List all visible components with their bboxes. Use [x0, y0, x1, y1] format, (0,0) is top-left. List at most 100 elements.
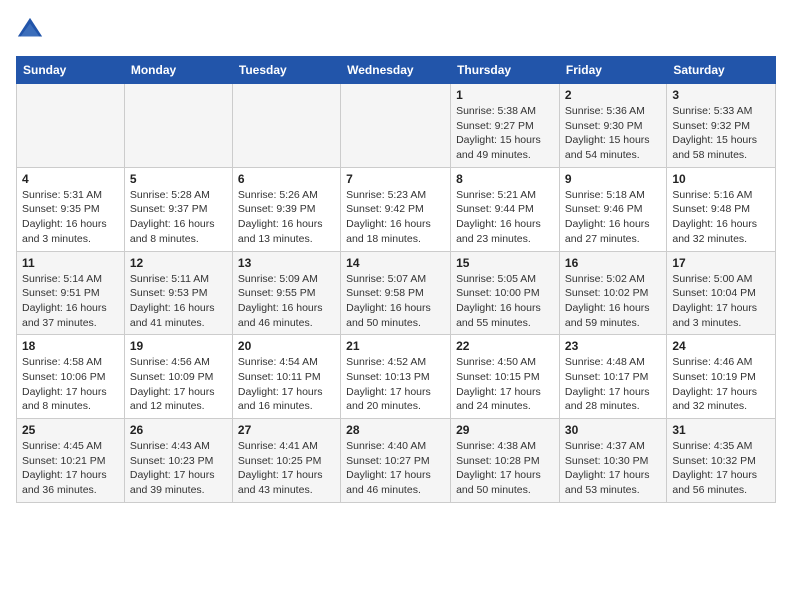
day-number: 25 — [22, 423, 119, 437]
calendar-cell: 29 Sunrise: 4:38 AM Sunset: 10:28 PM Dayl… — [451, 419, 560, 503]
calendar-week-4: 18 Sunrise: 4:58 AM Sunset: 10:06 PM Dayl… — [17, 335, 776, 419]
calendar-cell: 26 Sunrise: 4:43 AM Sunset: 10:23 PM Dayl… — [124, 419, 232, 503]
day-number: 31 — [672, 423, 770, 437]
day-info: Sunrise: 5:38 AM Sunset: 9:27 PM Dayligh… — [456, 104, 554, 163]
day-info: Sunrise: 4:40 AM Sunset: 10:27 PM Daylig… — [346, 439, 445, 498]
calendar-cell: 23 Sunrise: 4:48 AM Sunset: 10:17 PM Dayl… — [559, 335, 666, 419]
calendar-cell: 25 Sunrise: 4:45 AM Sunset: 10:21 PM Dayl… — [17, 419, 125, 503]
day-number: 28 — [346, 423, 445, 437]
day-info: Sunrise: 5:02 AM Sunset: 10:02 PM Daylig… — [565, 272, 661, 331]
day-header-saturday: Saturday — [667, 57, 776, 84]
day-header-sunday: Sunday — [17, 57, 125, 84]
calendar-cell: 18 Sunrise: 4:58 AM Sunset: 10:06 PM Dayl… — [17, 335, 125, 419]
day-number: 18 — [22, 339, 119, 353]
day-info: Sunrise: 4:54 AM Sunset: 10:11 PM Daylig… — [238, 355, 335, 414]
day-info: Sunrise: 4:52 AM Sunset: 10:13 PM Daylig… — [346, 355, 445, 414]
day-number: 12 — [130, 256, 227, 270]
day-info: Sunrise: 5:26 AM Sunset: 9:39 PM Dayligh… — [238, 188, 335, 247]
calendar-cell: 7 Sunrise: 5:23 AM Sunset: 9:42 PM Daylig… — [341, 167, 451, 251]
day-info: Sunrise: 4:41 AM Sunset: 10:25 PM Daylig… — [238, 439, 335, 498]
day-number: 22 — [456, 339, 554, 353]
calendar-table: SundayMondayTuesdayWednesdayThursdayFrid… — [16, 56, 776, 503]
day-number: 7 — [346, 172, 445, 186]
calendar-cell: 10 Sunrise: 5:16 AM Sunset: 9:48 PM Dayli… — [667, 167, 776, 251]
calendar-week-1: 1 Sunrise: 5:38 AM Sunset: 9:27 PM Daylig… — [17, 84, 776, 168]
day-headers-row: SundayMondayTuesdayWednesdayThursdayFrid… — [17, 57, 776, 84]
calendar-body: 1 Sunrise: 5:38 AM Sunset: 9:27 PM Daylig… — [17, 84, 776, 503]
day-info: Sunrise: 4:35 AM Sunset: 10:32 PM Daylig… — [672, 439, 770, 498]
day-number: 29 — [456, 423, 554, 437]
day-header-monday: Monday — [124, 57, 232, 84]
day-info: Sunrise: 5:11 AM Sunset: 9:53 PM Dayligh… — [130, 272, 227, 331]
calendar-cell — [17, 84, 125, 168]
calendar-cell: 4 Sunrise: 5:31 AM Sunset: 9:35 PM Daylig… — [17, 167, 125, 251]
day-number: 27 — [238, 423, 335, 437]
day-number: 19 — [130, 339, 227, 353]
day-info: Sunrise: 5:31 AM Sunset: 9:35 PM Dayligh… — [22, 188, 119, 247]
day-number: 26 — [130, 423, 227, 437]
day-number: 17 — [672, 256, 770, 270]
day-number: 13 — [238, 256, 335, 270]
calendar-cell — [124, 84, 232, 168]
day-info: Sunrise: 5:21 AM Sunset: 9:44 PM Dayligh… — [456, 188, 554, 247]
calendar-cell: 8 Sunrise: 5:21 AM Sunset: 9:44 PM Daylig… — [451, 167, 560, 251]
day-info: Sunrise: 5:07 AM Sunset: 9:58 PM Dayligh… — [346, 272, 445, 331]
calendar-cell: 1 Sunrise: 5:38 AM Sunset: 9:27 PM Daylig… — [451, 84, 560, 168]
day-number: 4 — [22, 172, 119, 186]
calendar-cell: 11 Sunrise: 5:14 AM Sunset: 9:51 PM Dayli… — [17, 251, 125, 335]
day-header-wednesday: Wednesday — [341, 57, 451, 84]
day-info: Sunrise: 4:43 AM Sunset: 10:23 PM Daylig… — [130, 439, 227, 498]
day-info: Sunrise: 4:45 AM Sunset: 10:21 PM Daylig… — [22, 439, 119, 498]
day-info: Sunrise: 4:38 AM Sunset: 10:28 PM Daylig… — [456, 439, 554, 498]
calendar-cell: 24Sunrise: 4:46 AM Sunset: 10:19 PM Dayl… — [667, 335, 776, 419]
day-info: Sunrise: 5:18 AM Sunset: 9:46 PM Dayligh… — [565, 188, 661, 247]
day-number: 3 — [672, 88, 770, 102]
day-number: 1 — [456, 88, 554, 102]
calendar-cell: 16Sunrise: 5:02 AM Sunset: 10:02 PM Dayl… — [559, 251, 666, 335]
calendar-cell — [232, 84, 340, 168]
calendar-cell: 14 Sunrise: 5:07 AM Sunset: 9:58 PM Dayli… — [341, 251, 451, 335]
day-number: 14 — [346, 256, 445, 270]
calendar-cell — [341, 84, 451, 168]
calendar-week-2: 4 Sunrise: 5:31 AM Sunset: 9:35 PM Daylig… — [17, 167, 776, 251]
calendar-header: SundayMondayTuesdayWednesdayThursdayFrid… — [17, 57, 776, 84]
calendar-cell: 19 Sunrise: 4:56 AM Sunset: 10:09 PM Dayl… — [124, 335, 232, 419]
day-header-friday: Friday — [559, 57, 666, 84]
day-number: 10 — [672, 172, 770, 186]
day-info: Sunrise: 4:37 AM Sunset: 10:30 PM Daylig… — [565, 439, 661, 498]
calendar-cell: 22 Sunrise: 4:50 AM Sunset: 10:15 PM Dayl… — [451, 335, 560, 419]
calendar-cell: 31 Sunrise: 4:35 AM Sunset: 10:32 PM Dayl… — [667, 419, 776, 503]
logo-icon — [16, 16, 44, 44]
calendar-cell: 28 Sunrise: 4:40 AM Sunset: 10:27 PM Dayl… — [341, 419, 451, 503]
day-number: 2 — [565, 88, 661, 102]
day-info: Sunrise: 4:58 AM Sunset: 10:06 PM Daylig… — [22, 355, 119, 414]
day-header-tuesday: Tuesday — [232, 57, 340, 84]
calendar-cell: 3Sunrise: 5:33 AM Sunset: 9:32 PM Daylig… — [667, 84, 776, 168]
calendar-cell: 20Sunrise: 4:54 AM Sunset: 10:11 PM Dayl… — [232, 335, 340, 419]
calendar-cell: 13 Sunrise: 5:09 AM Sunset: 9:55 PM Dayli… — [232, 251, 340, 335]
day-info: Sunrise: 5:00 AM Sunset: 10:04 PM Daylig… — [672, 272, 770, 331]
calendar-cell: 5Sunrise: 5:28 AM Sunset: 9:37 PM Daylig… — [124, 167, 232, 251]
calendar-cell: 6 Sunrise: 5:26 AM Sunset: 9:39 PM Daylig… — [232, 167, 340, 251]
day-info: Sunrise: 5:23 AM Sunset: 9:42 PM Dayligh… — [346, 188, 445, 247]
logo — [16, 16, 48, 44]
day-number: 21 — [346, 339, 445, 353]
day-info: Sunrise: 4:56 AM Sunset: 10:09 PM Daylig… — [130, 355, 227, 414]
calendar-cell: 2Sunrise: 5:36 AM Sunset: 9:30 PM Daylig… — [559, 84, 666, 168]
page-header — [16, 16, 776, 44]
day-info: Sunrise: 4:48 AM Sunset: 10:17 PM Daylig… — [565, 355, 661, 414]
day-number: 5 — [130, 172, 227, 186]
day-number: 15 — [456, 256, 554, 270]
day-number: 23 — [565, 339, 661, 353]
calendar-cell: 30Sunrise: 4:37 AM Sunset: 10:30 PM Dayl… — [559, 419, 666, 503]
day-info: Sunrise: 5:14 AM Sunset: 9:51 PM Dayligh… — [22, 272, 119, 331]
day-info: Sunrise: 5:09 AM Sunset: 9:55 PM Dayligh… — [238, 272, 335, 331]
day-info: Sunrise: 4:50 AM Sunset: 10:15 PM Daylig… — [456, 355, 554, 414]
calendar-cell: 27 Sunrise: 4:41 AM Sunset: 10:25 PM Dayl… — [232, 419, 340, 503]
day-number: 9 — [565, 172, 661, 186]
day-number: 8 — [456, 172, 554, 186]
day-number: 11 — [22, 256, 119, 270]
day-number: 6 — [238, 172, 335, 186]
day-info: Sunrise: 5:05 AM Sunset: 10:00 PM Daylig… — [456, 272, 554, 331]
day-info: Sunrise: 5:16 AM Sunset: 9:48 PM Dayligh… — [672, 188, 770, 247]
